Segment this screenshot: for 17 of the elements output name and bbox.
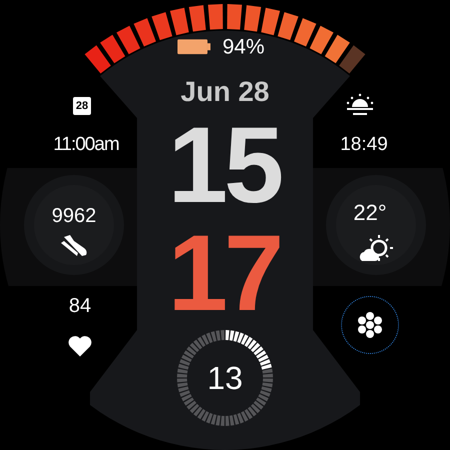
date-text: Jun 28: [180, 75, 270, 109]
calendar-icon: 28: [73, 97, 91, 115]
sunset-icon: [346, 93, 374, 117]
battery-percentage: 94%: [222, 34, 265, 60]
heart-rate: 84: [68, 294, 92, 319]
alarm-time: 11:00am: [53, 132, 119, 157]
battery-icon: [177, 40, 210, 54]
temperature-text: 22°: [353, 198, 387, 226]
seconds-text: 13: [207, 359, 243, 398]
steps-count: 9962: [52, 204, 96, 229]
hour-text: 15: [168, 111, 280, 219]
flower-icon: [357, 312, 383, 338]
sunset-time: 18:49: [340, 132, 388, 157]
heart-icon: [68, 336, 92, 356]
minute-text: 17: [168, 219, 280, 327]
apps-button[interactable]: [341, 296, 399, 354]
partly-sunny-icon: [359, 232, 393, 262]
